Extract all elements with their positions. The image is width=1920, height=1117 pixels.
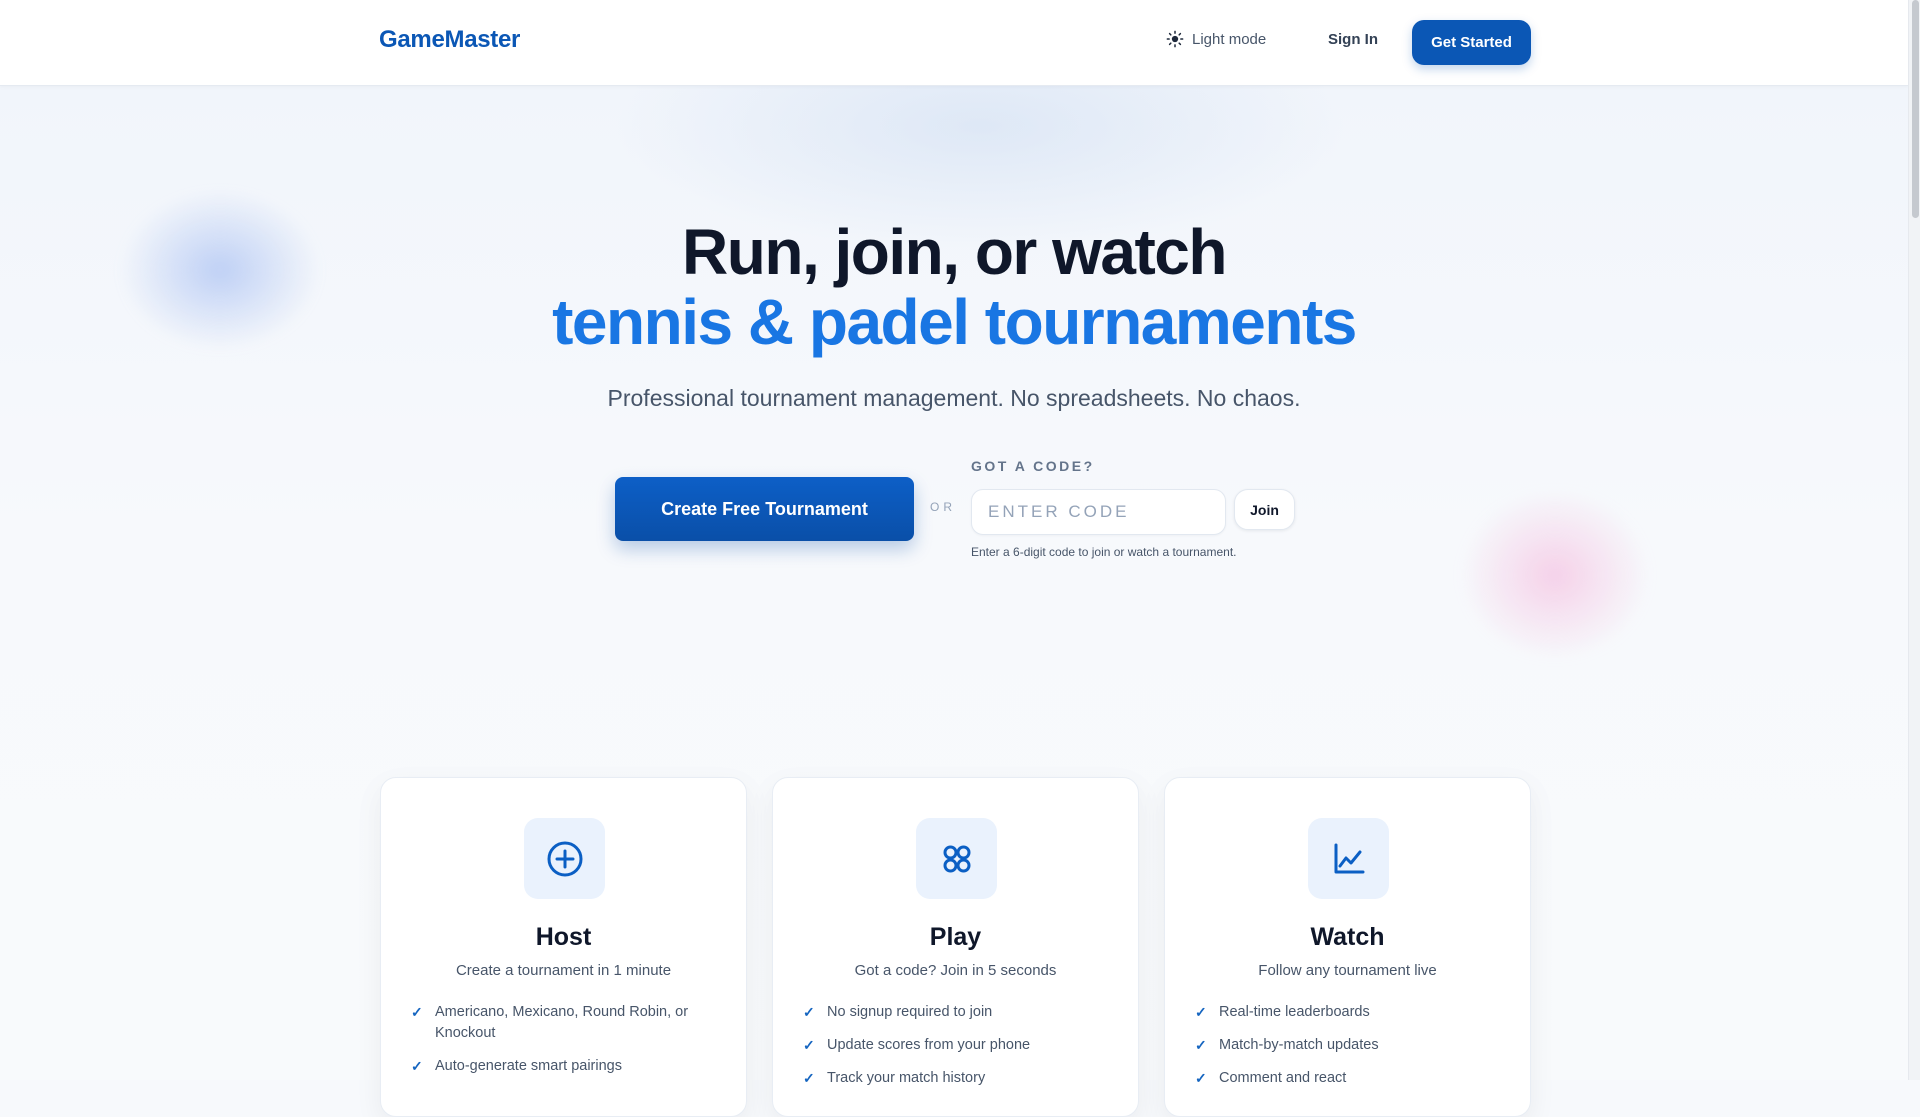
hero-title-line2: tennis & padel tournaments (552, 286, 1357, 358)
feature-card-title: Watch (1310, 923, 1385, 951)
brand-logo[interactable]: GameMaster (379, 26, 520, 54)
check-icon: ✓ (411, 1058, 423, 1074)
feature-card-subtitle: Got a code? Join in 5 seconds (854, 962, 1057, 979)
sign-in-link[interactable]: Sign In (1328, 31, 1378, 48)
check-icon: ✓ (803, 1070, 815, 1086)
list-item: ✓ Auto-generate smart pairings (411, 1056, 721, 1077)
or-divider-label: OR (930, 500, 956, 514)
apps-grid-icon (916, 818, 997, 899)
tournament-code-input[interactable] (971, 489, 1226, 535)
list-item-text: Auto-generate smart pairings (435, 1058, 622, 1074)
list-item: ✓ Track your match history (803, 1068, 1113, 1089)
feature-card-subtitle: Follow any tournament live (1258, 962, 1437, 979)
chart-line-icon (1308, 818, 1389, 899)
check-icon: ✓ (803, 1004, 815, 1020)
list-item: ✓ Americano, Mexicano, Round Robin, or K… (411, 1002, 721, 1044)
get-started-button[interactable]: Get Started (1412, 20, 1531, 65)
hero-title-line1: Run, join, or watch (682, 216, 1227, 288)
list-item-text: Real-time leaderboards (1219, 1004, 1370, 1020)
feature-list: ✓ No signup required to join ✓ Update sc… (803, 1002, 1113, 1101)
code-hint: Enter a 6-digit code to join or watch a … (971, 545, 1237, 559)
feature-card-title: Host (535, 923, 592, 951)
list-item: ✓ Match-by-match updates (1195, 1035, 1505, 1056)
scrollbar-thumb[interactable] (1912, 0, 1919, 218)
code-label: GOT A CODE? (971, 458, 1095, 474)
list-item-text: Update scores from your phone (827, 1037, 1031, 1053)
plus-circle-icon (524, 818, 605, 899)
check-icon: ✓ (1195, 1037, 1207, 1053)
list-item-text: No signup required to join (827, 1004, 993, 1020)
create-free-tournament-button[interactable]: Create Free Tournament (615, 477, 914, 541)
list-item: ✓ No signup required to join (803, 1002, 1113, 1023)
check-icon: ✓ (1195, 1070, 1207, 1086)
list-item: ✓ Update scores from your phone (803, 1035, 1113, 1056)
check-icon: ✓ (1195, 1004, 1207, 1020)
feature-list: ✓ Americano, Mexicano, Round Robin, or K… (411, 1002, 721, 1089)
feature-card-play: Play Got a code? Join in 5 seconds ✓ No … (772, 777, 1139, 1117)
hero-subtitle: Professional tournament management. No s… (607, 385, 1301, 411)
list-item: ✓ Comment and react (1195, 1068, 1505, 1089)
decorative-pink-blob (1460, 490, 1650, 660)
list-item: ✓ Real-time leaderboards (1195, 1002, 1505, 1023)
list-item-text: Match-by-match updates (1219, 1037, 1379, 1053)
list-item-text: Americano, Mexicano, Round Robin, or Kno… (435, 1004, 689, 1041)
theme-toggle[interactable]: Light mode (1166, 30, 1266, 48)
check-icon: ✓ (411, 1004, 423, 1020)
theme-toggle-label: Light mode (1192, 30, 1267, 48)
vertical-scrollbar[interactable] (1908, 0, 1920, 1080)
feature-card-subtitle: Create a tournament in 1 minute (455, 962, 672, 979)
list-item-text: Track your match history (827, 1070, 986, 1086)
feature-list: ✓ Real-time leaderboards ✓ Match-by-matc… (1195, 1002, 1505, 1101)
join-button[interactable]: Join (1234, 489, 1295, 530)
sun-icon (1166, 30, 1184, 48)
feature-card-title: Play (929, 923, 982, 951)
feature-card-watch: Watch Follow any tournament live ✓ Real-… (1164, 777, 1531, 1117)
top-navigation-bar: GameMaster Light mode Sign In Get Starte… (0, 0, 1908, 86)
list-item-text: Comment and react (1219, 1070, 1347, 1086)
feature-card-host: Host Create a tournament in 1 minute ✓ A… (380, 777, 747, 1117)
check-icon: ✓ (803, 1037, 815, 1053)
